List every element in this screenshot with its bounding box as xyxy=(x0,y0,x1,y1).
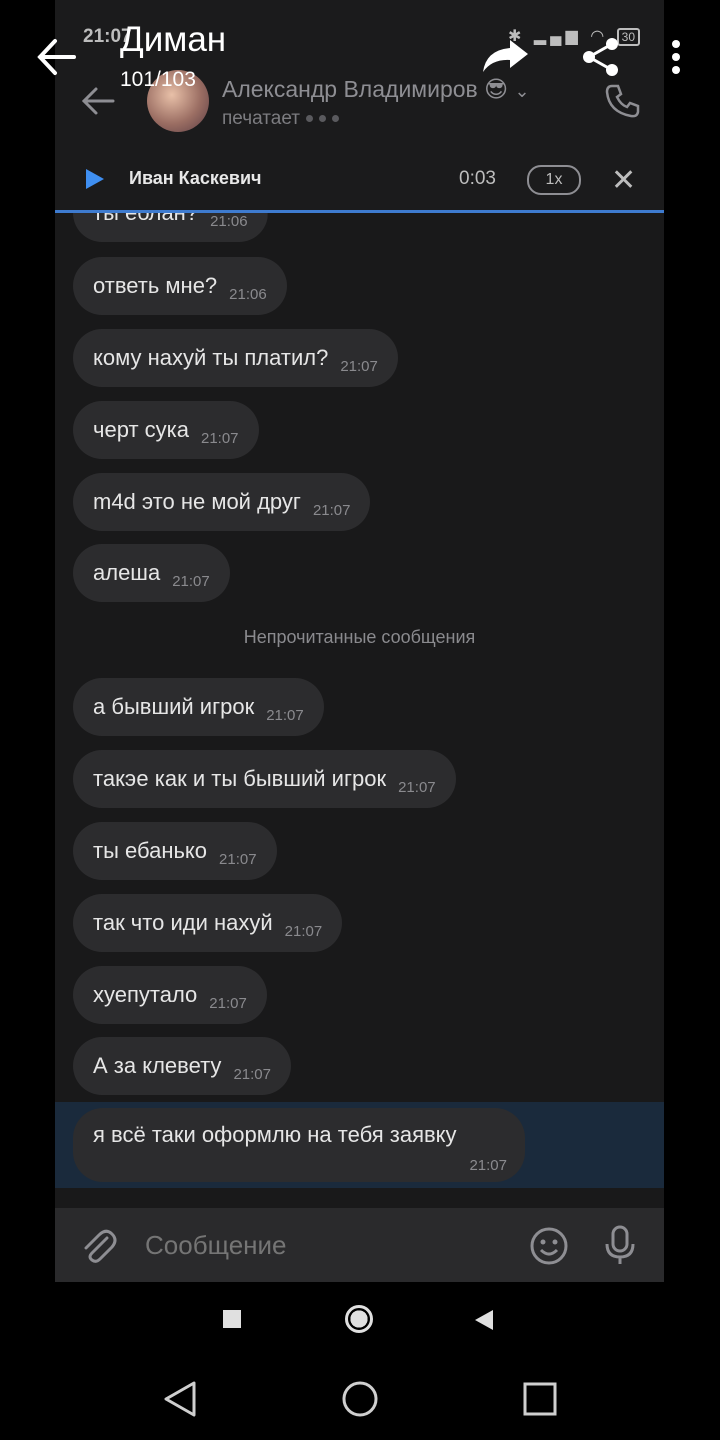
emoji-icon[interactable] xyxy=(529,1226,569,1266)
playback-speed-button[interactable]: 1x xyxy=(527,165,581,195)
audio-elapsed: 0:03 xyxy=(459,168,496,189)
message-bubble[interactable]: такэе как и ты бывший игрок 21:07 xyxy=(73,750,456,808)
message-bubble[interactable]: алеша 21:07 xyxy=(73,544,230,602)
viewer-back-icon[interactable] xyxy=(36,38,76,76)
viewer-title: Диман xyxy=(120,20,227,59)
message-bubble-highlighted[interactable]: я всё таки оформлю на тебя заявку 21:07 xyxy=(73,1108,525,1182)
audio-progress-track[interactable] xyxy=(55,210,664,213)
message-bubble[interactable]: так что иди нахуй 21:07 xyxy=(73,894,343,952)
chat-back-icon[interactable] xyxy=(81,86,115,116)
back-triangle-icon[interactable] xyxy=(475,1310,493,1330)
share-icon[interactable] xyxy=(580,36,622,78)
close-player-icon[interactable]: ✕ xyxy=(611,163,636,198)
forward-icon[interactable] xyxy=(480,38,530,74)
signal-icon: ▂▄▆ xyxy=(533,28,582,45)
android-back-icon[interactable] xyxy=(162,1380,198,1418)
message-bubble[interactable]: ответь мне? 21:06 xyxy=(73,257,287,315)
message-bubble[interactable]: хуепутало 21:07 xyxy=(73,966,267,1024)
android-home-icon[interactable] xyxy=(340,1379,380,1419)
message-bubble[interactable]: черт сука 21:07 xyxy=(73,401,259,459)
contact-name[interactable]: Александр Владимиров 😎 ⌄ xyxy=(222,76,530,103)
home-circle-icon[interactable] xyxy=(345,1305,373,1333)
microphone-icon[interactable] xyxy=(603,1224,637,1266)
audio-sender: Иван Каскевич xyxy=(129,168,262,188)
attach-icon[interactable] xyxy=(79,1226,117,1266)
message-input[interactable] xyxy=(143,1229,507,1262)
message-bubble[interactable]: А за клевету 21:07 xyxy=(73,1037,291,1095)
message-bubble[interactable]: m4d это не мой друг 21:07 xyxy=(73,473,371,531)
more-options-icon[interactable] xyxy=(672,40,680,74)
message-bubble[interactable]: ты ебанько 21:07 xyxy=(73,822,277,880)
android-recents-icon[interactable] xyxy=(522,1381,558,1417)
photo-counter: 101/103 xyxy=(120,68,196,91)
play-icon[interactable] xyxy=(86,169,104,189)
typing-status: печатает xyxy=(222,108,339,130)
sunglasses-emoji: 😎 xyxy=(484,76,509,102)
message-bubble[interactable]: кому нахуй ты платил? 21:07 xyxy=(73,329,398,387)
message-bubble[interactable]: а бывший игрок 21:07 xyxy=(73,678,324,736)
recents-square-icon[interactable] xyxy=(223,1310,241,1328)
chat-screenshot: 21:07 ✱ ▂▄▆ ◠ 30 Александр Владимиров 😎 … xyxy=(55,0,664,1356)
phone-call-icon[interactable] xyxy=(603,82,641,120)
unread-divider: Непрочитанные сообщения xyxy=(243,627,476,647)
chevron-down-icon[interactable]: ⌄ xyxy=(515,81,530,101)
